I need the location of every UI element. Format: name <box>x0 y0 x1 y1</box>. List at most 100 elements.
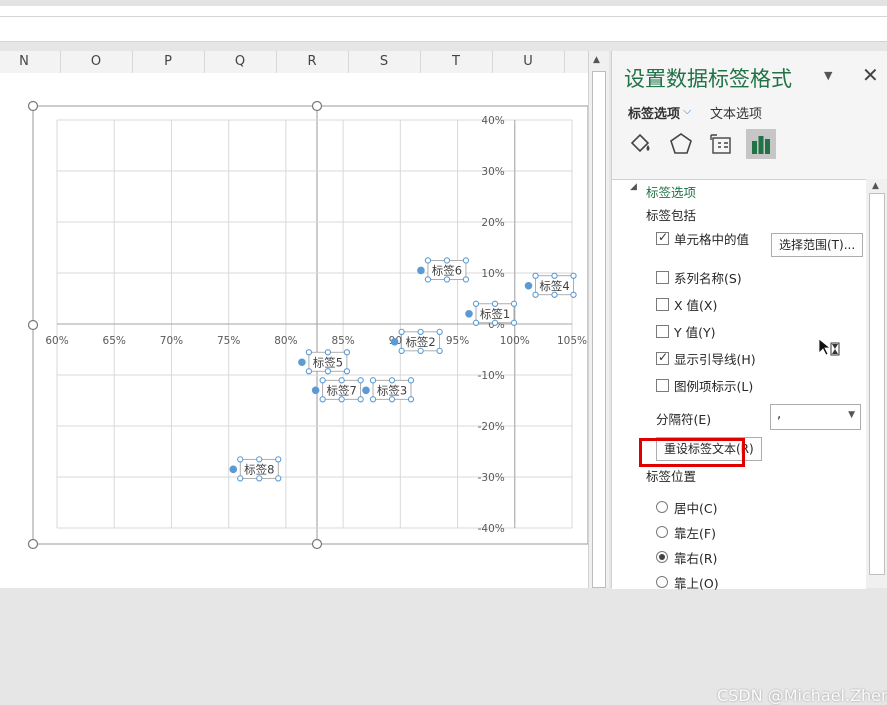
label-handle[interactable] <box>424 257 432 264</box>
checkbox-x-value-label[interactable]: X 值(X) <box>674 295 717 314</box>
label-handle[interactable] <box>532 272 539 279</box>
scroll-thumb[interactable] <box>592 71 606 588</box>
label-handle[interactable] <box>443 257 451 264</box>
label-handle[interactable] <box>398 347 405 354</box>
label-handle[interactable] <box>462 276 470 283</box>
select-range-button[interactable]: 选择范围(T)... <box>771 233 864 257</box>
label-handle[interactable] <box>237 475 244 482</box>
label-handle[interactable] <box>570 272 577 279</box>
label-handle[interactable] <box>305 368 313 375</box>
label-handle[interactable] <box>343 368 351 375</box>
radio-right-label[interactable]: 靠右(R) <box>674 548 717 567</box>
label-handle[interactable] <box>510 300 518 307</box>
label-handle[interactable] <box>510 319 518 326</box>
checkbox-leader-lines-label[interactable]: 显示引导线(H) <box>674 349 756 368</box>
label-handle[interactable] <box>443 276 451 283</box>
dropdown-arrow-icon[interactable]: ▼ <box>848 410 855 420</box>
label-handle[interactable] <box>338 396 345 403</box>
data-label[interactable]: 标签7 <box>326 383 356 397</box>
separator-select[interactable]: , ▼ <box>770 404 861 430</box>
column-header-s[interactable]: S <box>348 51 421 73</box>
label-handle[interactable] <box>319 377 326 384</box>
label-handle[interactable] <box>305 349 313 356</box>
label-handle[interactable] <box>398 328 405 335</box>
data-point[interactable] <box>229 465 238 474</box>
label-handle[interactable] <box>343 349 351 356</box>
data-label[interactable]: 标签2 <box>405 335 435 349</box>
data-label[interactable]: 标签4 <box>539 279 569 293</box>
label-handle[interactable] <box>424 276 432 283</box>
data-point[interactable] <box>390 338 399 346</box>
label-handle[interactable] <box>369 396 377 403</box>
label-handle[interactable] <box>357 396 364 403</box>
resize-handle[interactable] <box>27 538 39 550</box>
checkbox-legend-key-label[interactable]: 图例项标示(L) <box>674 376 753 395</box>
checkbox-cell-value[interactable] <box>656 230 669 245</box>
data-label[interactable]: 标签1 <box>480 307 510 321</box>
label-handle[interactable] <box>551 291 558 298</box>
label-handle[interactable] <box>407 396 415 403</box>
radio-left-label[interactable]: 靠左(F) <box>674 523 716 542</box>
label-handle[interactable] <box>407 377 415 384</box>
pentagon-icon[interactable] <box>666 129 696 159</box>
label-handle[interactable] <box>532 291 539 298</box>
radio-right[interactable] <box>656 551 668 563</box>
label-handle[interactable] <box>388 396 396 403</box>
label-handle[interactable] <box>275 475 282 482</box>
resize-handle[interactable] <box>27 319 39 331</box>
data-point[interactable] <box>298 358 306 367</box>
label-handle[interactable] <box>551 272 558 279</box>
data-point[interactable] <box>311 386 320 395</box>
label-handle[interactable] <box>357 377 364 384</box>
label-handle[interactable] <box>436 328 443 335</box>
pane-scroll-thumb[interactable] <box>869 193 885 575</box>
resize-handle[interactable] <box>311 538 323 550</box>
label-handle[interactable] <box>436 347 443 354</box>
label-handle[interactable] <box>319 396 326 403</box>
tab-text-options[interactable]: 文本选项 <box>710 103 762 122</box>
scroll-up-arrow-icon[interactable]: ▲ <box>593 55 600 65</box>
column-header-o[interactable]: O <box>60 51 133 73</box>
data-label[interactable]: 标签3 <box>377 383 407 397</box>
resize-handle[interactable] <box>27 100 39 112</box>
checkbox-series-name[interactable] <box>656 271 669 284</box>
paint-bucket-icon[interactable] <box>626 129 656 159</box>
checkbox-x-value[interactable] <box>656 298 669 311</box>
label-handle[interactable] <box>417 347 424 354</box>
data-label[interactable]: 标签8 <box>244 462 274 476</box>
checkbox-leader-lines[interactable] <box>656 350 669 365</box>
label-handle[interactable] <box>256 456 263 463</box>
column-header-q[interactable]: Q <box>204 51 277 73</box>
label-handle[interactable] <box>338 377 345 384</box>
label-handle[interactable] <box>472 300 480 307</box>
resize-handle[interactable] <box>311 100 323 112</box>
column-header-n[interactable]: N <box>0 51 61 73</box>
label-handle[interactable] <box>324 349 332 356</box>
pane-options-dropdown-icon[interactable]: ▼ <box>824 69 832 82</box>
radio-above[interactable] <box>656 576 668 588</box>
column-header-t[interactable]: T <box>420 51 493 73</box>
label-handle[interactable] <box>237 456 244 463</box>
label-handle[interactable] <box>491 300 499 307</box>
label-handle[interactable] <box>462 257 470 264</box>
data-label[interactable]: 标签6 <box>432 263 462 277</box>
data-point[interactable] <box>465 310 473 318</box>
radio-center[interactable] <box>656 501 668 513</box>
column-header-u[interactable]: U <box>492 51 565 73</box>
chevron-down-icon[interactable]: ⌵ <box>683 104 691 118</box>
collapse-triangle-icon[interactable]: ◢ <box>630 182 637 192</box>
data-point[interactable] <box>417 266 425 275</box>
radio-above-label[interactable]: 靠上(O) <box>674 573 719 592</box>
pane-scrollbar[interactable]: ▲ <box>866 179 887 588</box>
data-label[interactable]: 标签5 <box>313 355 343 369</box>
checkbox-y-value-label[interactable]: Y 值(Y) <box>674 322 716 341</box>
data-point[interactable] <box>362 386 370 395</box>
label-handle[interactable] <box>491 319 499 326</box>
section-title[interactable]: 标签选项 <box>646 182 696 201</box>
close-icon[interactable]: ✕ <box>862 63 879 87</box>
pane-scroll-up-arrow-icon[interactable]: ▲ <box>872 181 879 191</box>
bar-chart-icon[interactable] <box>746 129 776 159</box>
radio-center-label[interactable]: 居中(C) <box>674 498 717 517</box>
label-handle[interactable] <box>369 377 377 384</box>
data-point[interactable] <box>524 281 533 290</box>
